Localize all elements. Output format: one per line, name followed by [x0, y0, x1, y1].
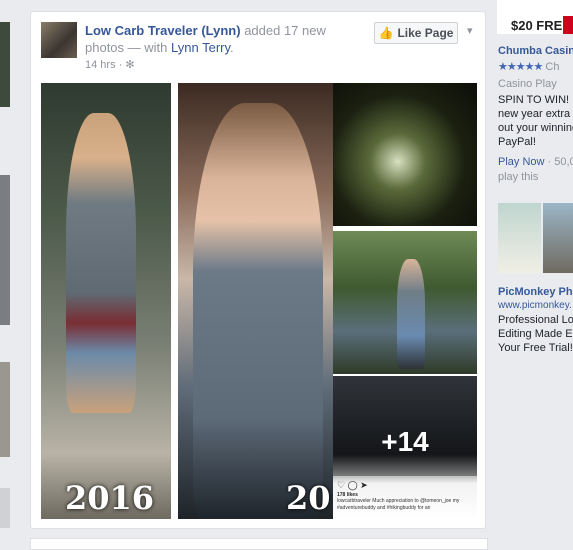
ad-image-picmonkey-1[interactable]	[498, 203, 541, 273]
year-label: 20	[286, 479, 331, 517]
instagram-action-icons: ♡ ◯ ➤	[337, 480, 368, 490]
more-photos-count: +14	[381, 426, 429, 457]
year-label: 2016	[65, 479, 155, 517]
ad-banner-chumba[interactable]: $20 FREE	[497, 0, 573, 34]
left-thumbnail[interactable]	[0, 362, 10, 457]
post-photo-1[interactable]: 2016	[41, 83, 171, 519]
ad-body-line: PayPal!	[498, 136, 536, 148]
post-header: Low Carb Traveler (Lynn) added 17 new ph…	[85, 22, 365, 56]
ad-body-line: Editing Made E	[498, 328, 573, 340]
left-thumbnail[interactable]	[0, 22, 10, 107]
post-photo-4[interactable]	[333, 231, 477, 374]
globe-icon[interactable]: ✻	[125, 59, 134, 71]
post-timestamp[interactable]: 14 hrs	[85, 59, 116, 71]
ad-category: Casino Play	[498, 78, 557, 90]
header-period: .	[230, 40, 234, 55]
next-post-card	[30, 538, 488, 550]
left-feed-strip	[0, 0, 12, 545]
ad-title-chumba[interactable]: Chumba Casino	[498, 44, 573, 59]
post-photo-2[interactable]: 20	[178, 83, 333, 519]
instagram-caption: lowcarbtraveler Much appreciation to @to…	[337, 498, 460, 511]
person-figure	[66, 113, 136, 413]
author-avatar[interactable]	[41, 22, 77, 58]
ad-body-line: out your winning	[498, 122, 573, 134]
ad-banner-text: $20 FREE	[511, 18, 571, 33]
author-name-link[interactable]: Low Carb Traveler (Lynn)	[85, 23, 241, 38]
left-thumbnail[interactable]	[0, 175, 10, 325]
ad-body-line: Your Free Trial!	[498, 342, 573, 354]
like-page-label: Like Page	[397, 26, 454, 40]
person-figure	[193, 103, 323, 519]
ad-url[interactable]: www.picmonkey.	[498, 298, 573, 313]
post-photo-3[interactable]	[333, 83, 477, 226]
ad-player-count: · 50,0	[547, 156, 573, 168]
like-page-button[interactable]: 👍 Like Page	[374, 22, 458, 44]
ad-body-line: Professional Loo	[498, 314, 573, 326]
ad-rating-suffix: Ch	[545, 61, 560, 73]
ad-body-line: SPIN TO WIN! M	[498, 94, 573, 106]
ad-body-line: new year extra s	[498, 108, 573, 120]
post-photo-more[interactable]: +14 ♡ ◯ ➤ 178 likes lowcarbtraveler Much…	[333, 376, 477, 519]
chevron-down-icon[interactable]: ▾	[467, 24, 473, 37]
play-now-link[interactable]: Play Now	[498, 156, 544, 168]
ad-subtext: play this	[498, 171, 539, 183]
person-figure	[397, 259, 425, 369]
left-thumbnail[interactable]	[0, 488, 10, 528]
ad-cta-row: Play Now · 50,0	[498, 155, 573, 170]
tagged-user-link[interactable]: Lynn Terry	[171, 40, 230, 55]
thumbs-up-icon: 👍	[378, 26, 394, 40]
feed-post: Low Carb Traveler (Lynn) added 17 new ph…	[30, 11, 486, 529]
star-rating-icon: ★★★★★	[498, 61, 543, 73]
ad-banner-badge	[563, 16, 573, 34]
ad-rating: ★★★★★ Ch	[498, 60, 573, 75]
post-meta: 14 hrs · ✻	[85, 58, 135, 71]
ad-image-picmonkey-2[interactable]	[543, 203, 573, 273]
